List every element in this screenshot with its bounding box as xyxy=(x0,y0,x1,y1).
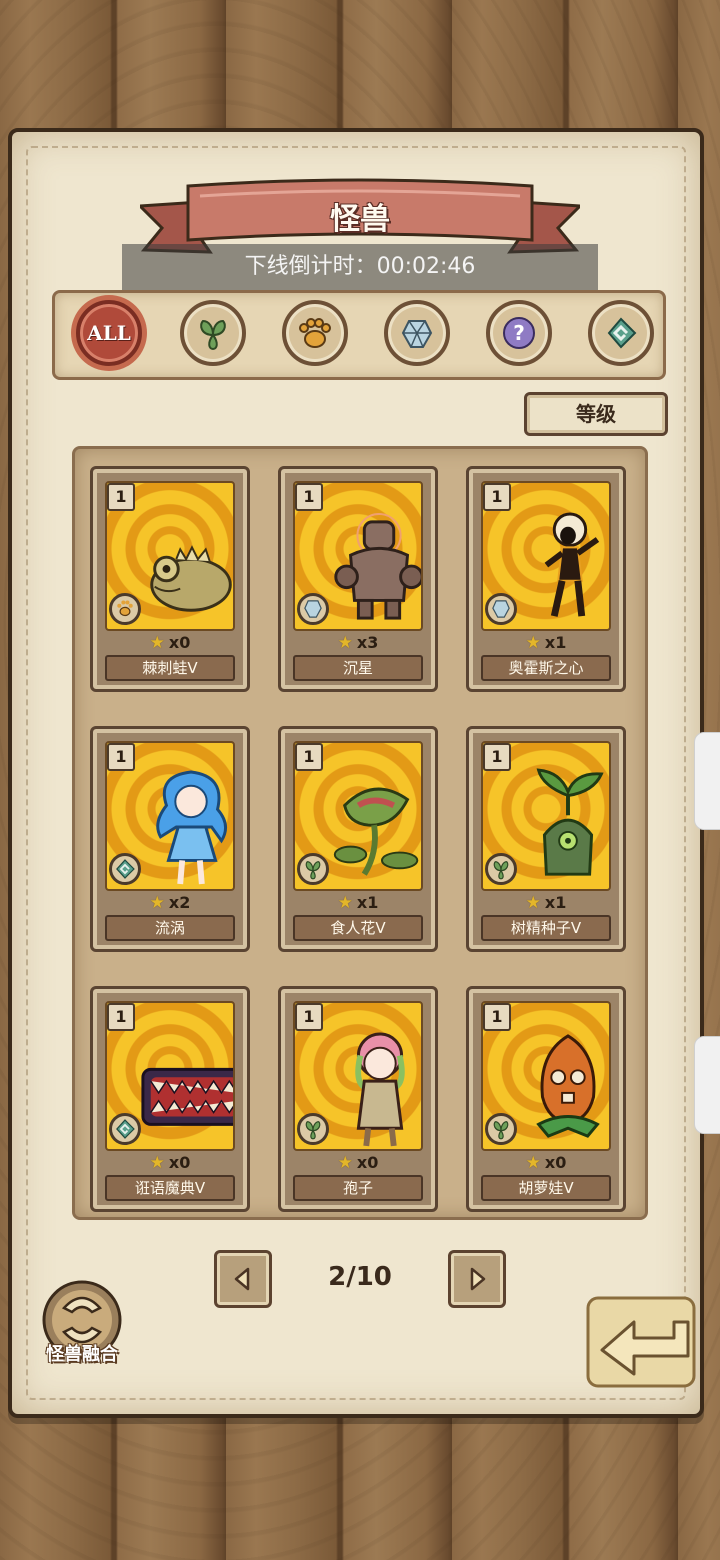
card-count: ★ x0 xyxy=(469,1153,623,1173)
filter-all-button[interactable]: ALL xyxy=(76,300,142,366)
filter-plant-button[interactable] xyxy=(180,300,246,366)
monster-card[interactable]: 1 ★ x1 食人花Ⅴ xyxy=(278,726,438,952)
card-name: 诳语魔典Ⅴ xyxy=(105,1175,235,1201)
star-icon: ★ xyxy=(149,893,165,913)
flytrap-illustration xyxy=(333,787,419,876)
question-icon: ? xyxy=(503,317,535,349)
leaf-icon xyxy=(485,1113,517,1145)
card-level-badge: 1 xyxy=(483,1003,511,1031)
star-icon: ★ xyxy=(525,633,541,653)
return-arrow-icon xyxy=(586,1296,696,1388)
monster-card[interactable]: 1 ★ x0 诳语魔典Ⅴ xyxy=(90,986,250,1212)
sort-by-level-button[interactable]: 等级 xyxy=(524,392,668,436)
monster-card[interactable]: 1 ★ x0 胡萝娃Ⅴ xyxy=(466,986,626,1212)
card-count-value: x2 xyxy=(168,893,191,912)
star-icon: ★ xyxy=(525,1153,541,1173)
monster-card[interactable]: 1 ★ x1 奥霍斯之心 xyxy=(466,466,626,692)
page-title: 怪兽 xyxy=(330,202,390,237)
spiral-icon xyxy=(607,317,637,349)
card-name: 流涡 xyxy=(105,915,235,941)
star-icon: ★ xyxy=(525,893,541,913)
card-level-badge: 1 xyxy=(295,743,323,771)
card-count-value: x1 xyxy=(356,893,379,912)
sprout-illustration xyxy=(536,768,604,876)
star-icon: ★ xyxy=(337,893,353,913)
carrot-illustration xyxy=(536,1034,600,1138)
paw-icon xyxy=(299,318,331,348)
spiral-icon xyxy=(109,1113,141,1145)
monster-card[interactable]: 1 ★ x2 流涡 xyxy=(90,726,250,952)
spore-girl-illustration xyxy=(355,1032,405,1147)
card-count: ★ x1 xyxy=(281,893,435,913)
filter-bar xyxy=(52,290,666,380)
crystal-icon xyxy=(297,593,329,625)
card-count: ★ x1 xyxy=(469,633,623,653)
card-count: ★ x3 xyxy=(281,633,435,653)
card-level-badge: 1 xyxy=(107,1003,135,1031)
card-count-value: x0 xyxy=(168,1153,191,1172)
next-page-button[interactable] xyxy=(448,1250,506,1308)
filter-mineral-button[interactable] xyxy=(384,300,450,366)
star-icon: ★ xyxy=(337,633,353,653)
page-indicator: 2/10 xyxy=(328,1262,392,1292)
arrow-right-icon xyxy=(470,1267,486,1291)
card-name: 孢子 xyxy=(293,1175,423,1201)
card-count: ★ x0 xyxy=(93,633,247,653)
card-count: ★ x0 xyxy=(93,1153,247,1173)
card-level-badge: 1 xyxy=(483,483,511,511)
card-count: ★ x0 xyxy=(281,1153,435,1173)
leaf-icon xyxy=(485,853,517,885)
svg-text:?: ? xyxy=(513,321,525,345)
card-count-value: x1 xyxy=(544,633,567,652)
card-count-value: x0 xyxy=(544,1153,567,1172)
spiral-icon xyxy=(109,853,141,885)
card-name: 奥霍斯之心 xyxy=(481,655,611,681)
card-level-badge: 1 xyxy=(483,743,511,771)
star-icon: ★ xyxy=(337,1153,353,1173)
card-count-value: x0 xyxy=(356,1153,379,1172)
card-name: 棘刺蛙Ⅴ xyxy=(105,655,235,681)
card-count: ★ x2 xyxy=(93,893,247,913)
filter-elemental-button[interactable] xyxy=(588,300,654,366)
monster-fusion-label: 怪兽融合 xyxy=(46,1344,118,1365)
card-level-badge: 1 xyxy=(107,743,135,771)
prev-page-button[interactable] xyxy=(214,1250,272,1308)
monster-card[interactable]: 1 ★ x3 沉星 xyxy=(278,466,438,692)
rock-golem-illustration xyxy=(334,513,421,620)
monster-card[interactable]: 1 ★ x1 树精种子Ⅴ xyxy=(466,726,626,952)
back-button[interactable] xyxy=(584,1292,700,1396)
side-edge-handle[interactable] xyxy=(694,732,720,830)
monster-card[interactable]: 1 ★ x0 棘刺蛙Ⅴ xyxy=(90,466,250,692)
paw-icon xyxy=(109,593,141,625)
spiky-frog-illustration xyxy=(150,545,232,612)
card-name: 沉星 xyxy=(293,655,423,681)
monster-card[interactable]: 1 ★ x0 孢子 xyxy=(278,986,438,1212)
card-name: 胡萝娃Ⅴ xyxy=(481,1175,611,1201)
filter-unknown-button[interactable]: ? xyxy=(486,300,552,366)
card-name: 树精种子Ⅴ xyxy=(481,915,611,941)
side-edge-handle[interactable] xyxy=(694,1036,720,1134)
card-count-value: x3 xyxy=(356,633,379,652)
arrow-left-icon xyxy=(234,1267,250,1291)
leaf-icon xyxy=(200,319,226,351)
card-level-badge: 1 xyxy=(295,483,323,511)
star-icon: ★ xyxy=(149,633,165,653)
card-level-badge: 1 xyxy=(107,483,135,511)
card-count: ★ x1 xyxy=(469,893,623,913)
water-girl-illustration xyxy=(156,770,227,885)
card-count-value: x0 xyxy=(168,633,191,652)
filter-all-label: ALL xyxy=(87,321,131,345)
filter-beast-button[interactable] xyxy=(282,300,348,366)
lava-girl-illustration xyxy=(544,512,600,617)
star-icon: ★ xyxy=(149,1153,165,1173)
crystal-icon xyxy=(485,593,517,625)
leaf-icon xyxy=(297,853,329,885)
offline-countdown: 下线倒计时：00:02:46 xyxy=(122,244,598,290)
mimic-book-illustration xyxy=(141,1067,233,1126)
card-level-badge: 1 xyxy=(295,1003,323,1031)
card-name: 食人花Ⅴ xyxy=(293,915,423,941)
leaf-icon xyxy=(297,1113,329,1145)
card-count-value: x1 xyxy=(544,893,567,912)
crystal-icon xyxy=(401,320,433,348)
